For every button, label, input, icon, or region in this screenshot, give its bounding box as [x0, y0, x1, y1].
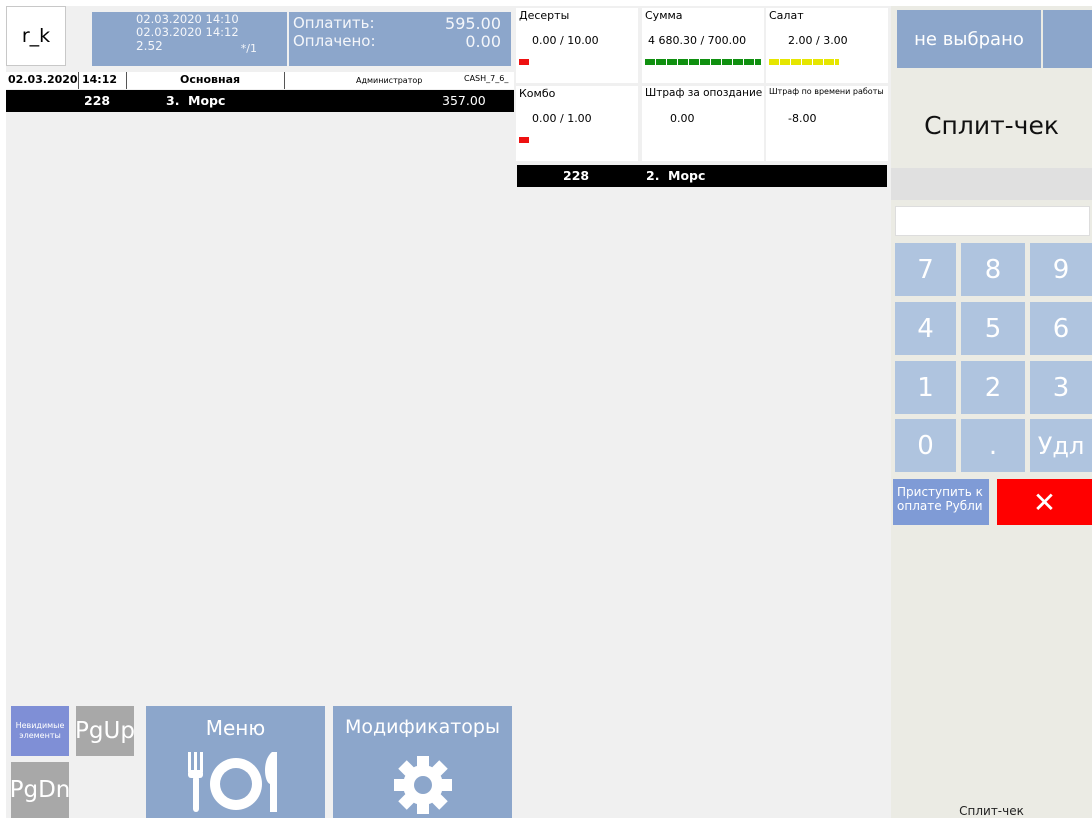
key-9[interactable]: 9	[1030, 243, 1092, 296]
promo-value: 4 680.30 / 700.00	[648, 34, 747, 47]
key-6[interactable]: 6	[1030, 302, 1092, 355]
paid-value: 0.00	[465, 32, 501, 51]
promo-value: 0.00 / 10.00	[532, 34, 599, 47]
order-times-panel: 02.03.2020 14:10 02.03.2020 14:12 2.52 *…	[92, 12, 287, 66]
promo-title: Штраф по времени работы	[769, 87, 884, 96]
menu-button[interactable]: Меню	[146, 706, 325, 818]
key-4[interactable]: 4	[895, 302, 956, 355]
item-price: 357.00	[442, 93, 486, 108]
key-1[interactable]: 1	[895, 361, 956, 414]
waiter-name: Администратор	[356, 76, 423, 85]
item-name: Морс	[188, 93, 226, 108]
key-7[interactable]: 7	[895, 243, 956, 296]
more-button[interactable]	[1043, 10, 1092, 68]
promo-card[interactable]: Десерты 0.00 / 10.00	[516, 8, 638, 83]
plate-cutlery-icon	[188, 752, 277, 812]
elapsed-time: 2.52	[136, 39, 163, 53]
promo-card[interactable]: Сумма 4 680.30 / 700.00	[642, 8, 764, 83]
restaurant-logo: r_k	[6, 6, 66, 66]
item-index: 2.	[646, 168, 660, 183]
order-time: 14:12	[82, 73, 118, 86]
promo-title: Комбо	[519, 87, 556, 100]
promo-value: -8.00	[788, 112, 817, 125]
key-delete[interactable]: Удл	[1030, 419, 1092, 472]
key-3[interactable]: 3	[1030, 361, 1092, 414]
paid-label: Оплачено:	[293, 32, 376, 50]
promo-title: Штраф за опоздание	[645, 87, 763, 99]
key-5[interactable]: 5	[961, 302, 1025, 355]
promo-progress-bar	[769, 59, 839, 65]
item-index: 3.	[166, 93, 180, 108]
key-0[interactable]: 0	[895, 419, 956, 472]
promo-progress-bar	[519, 137, 529, 143]
menu-label: Меню	[205, 716, 266, 740]
promo-progress-bar	[519, 59, 529, 65]
modifiers-button[interactable]: Модификаторы	[333, 706, 512, 818]
selection-label: не выбрано	[914, 28, 1024, 50]
divider	[284, 72, 285, 89]
order-info-row: 02.03.2020 14:12 Основная Администратор …	[6, 72, 514, 89]
promo-value: 0.00 / 1.00	[532, 112, 592, 125]
panel-title: Сплит-чек	[891, 96, 1092, 154]
quantity-input[interactable]	[895, 206, 1090, 236]
promo-value: 2.00 / 3.00	[788, 34, 848, 47]
promo-progress-bar	[645, 59, 761, 65]
promo-card[interactable]: Комбо 0.00 / 1.00	[516, 86, 638, 161]
order-pane	[6, 6, 514, 818]
gear-icon	[394, 756, 452, 814]
pay-rubles-label: Приступить к оплате Рубли	[897, 485, 983, 513]
divider-strip	[891, 168, 1092, 200]
promo-card[interactable]: Салат 2.00 / 3.00	[766, 8, 888, 83]
item-code: 228	[84, 93, 111, 108]
invisible-elements-label: Невидимые элементы	[15, 721, 65, 740]
station-name: CASH_7_6_	[464, 74, 509, 83]
item-name: Морс	[668, 168, 706, 183]
modifiers-label: Модификаторы	[345, 716, 500, 738]
guest-count: */1	[240, 42, 257, 55]
split-item-row[interactable]: 228 2. Морс	[517, 165, 887, 187]
close-button[interactable]: ✕	[997, 479, 1092, 525]
order-item-row[interactable]: 228 3. Морс 357.00	[6, 90, 514, 112]
page-down-button[interactable]: PgDn	[9, 762, 71, 818]
key-2[interactable]: 2	[961, 361, 1025, 414]
close-icon: ✕	[1032, 485, 1057, 519]
selection-button[interactable]: не выбрано	[897, 10, 1041, 68]
promo-title: Салат	[769, 9, 804, 22]
panel-title-text: Сплит-чек	[924, 110, 1059, 140]
page-up-button[interactable]: PgUp	[75, 706, 135, 756]
pay-rubles-button[interactable]: Приступить к оплате Рубли	[893, 479, 989, 525]
footer-label: Сплит-чек	[959, 804, 1024, 818]
menu-name: Основная	[180, 73, 241, 86]
key-8[interactable]: 8	[961, 243, 1025, 296]
invisible-elements-button[interactable]: Невидимые элементы	[11, 706, 69, 756]
promo-value: 0.00	[670, 112, 695, 125]
brand-label: r_k	[21, 25, 51, 47]
item-code: 228	[563, 168, 590, 183]
current-time: 02.03.2020 14:12	[136, 25, 239, 39]
payment-summary: Оплатить: 595.00 Оплачено: 0.00	[289, 12, 511, 66]
promo-card[interactable]: Штраф за опоздание 0.00	[642, 86, 764, 161]
promo-title: Десерты	[519, 9, 570, 22]
page-down-label: PgDn	[9, 777, 71, 803]
promo-title: Сумма	[645, 9, 683, 22]
key-decimal[interactable]: .	[961, 419, 1025, 472]
divider	[78, 72, 79, 89]
to-pay-value: 595.00	[445, 14, 501, 33]
page-up-label: PgUp	[75, 718, 135, 744]
to-pay-label: Оплатить:	[293, 14, 375, 32]
divider	[126, 72, 127, 89]
promo-card[interactable]: Штраф по времени работы -8.00	[766, 86, 888, 161]
order-date: 02.03.2020	[8, 73, 78, 86]
